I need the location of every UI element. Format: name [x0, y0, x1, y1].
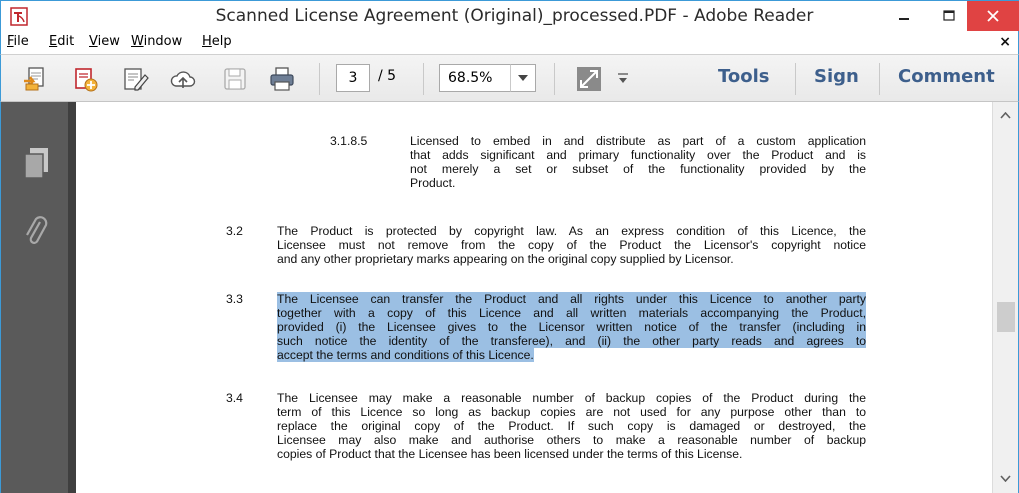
highlighted-text-line[interactable]: provided (i) the Licensee gives to the L…: [277, 320, 866, 334]
menu-edit[interactable]: Edit: [49, 34, 74, 49]
zoom-input[interactable]: 68.5%: [439, 64, 511, 92]
title-bar: Scanned License Agreement (Original)_pro…: [0, 0, 1019, 31]
paragraph-3-1-8-5: Licensed to embed in and distribute as p…: [410, 134, 866, 190]
section-number: 3.1.8.5: [330, 134, 368, 148]
pane-divider[interactable]: [68, 102, 76, 493]
highlighted-text-line[interactable]: The Licensee can transfer the Product an…: [277, 292, 866, 306]
document-page: 3.1.8.5 Licensed to embed in and distrib…: [76, 102, 992, 493]
menu-window-accel: W: [131, 34, 144, 49]
vertical-scrollbar[interactable]: [992, 102, 1019, 493]
zoom-dropdown-button[interactable]: [510, 64, 536, 92]
menu-help-accel: H: [202, 34, 212, 49]
text-line: The Product is protected by copyright la…: [277, 224, 866, 238]
pages-panel-icon[interactable]: [22, 146, 50, 182]
section-number: 3.2: [226, 224, 243, 238]
toolbar-separator: [319, 63, 320, 95]
full-screen-icon[interactable]: [576, 66, 602, 92]
toolbar-separator: [879, 63, 880, 95]
open-icon[interactable]: [21, 65, 49, 93]
navigation-pane: [0, 102, 68, 493]
text-line: replace the original copy of the Product…: [277, 419, 866, 433]
comment-button[interactable]: Comment: [898, 66, 995, 87]
create-pdf-icon[interactable]: [71, 65, 99, 93]
paragraph-3-2: The Product is protected by copyright la…: [277, 224, 866, 266]
menu-window-label: indow: [143, 34, 183, 49]
text-line: Licensed to embed in and distribute as p…: [410, 134, 866, 148]
paragraph-3-3-highlighted[interactable]: The Licensee can transfer the Product an…: [277, 292, 866, 362]
section-number: 3.3: [226, 292, 243, 306]
save-icon[interactable]: [221, 65, 249, 93]
chevron-down-icon: [518, 75, 528, 81]
page-number-input[interactable]: 3: [336, 64, 370, 92]
text-line: term of this Licence so long as backup c…: [277, 405, 866, 419]
minimize-icon: [899, 18, 909, 20]
text-line: Licensee may also make and authorise oth…: [277, 433, 866, 447]
scrollbar-thumb[interactable]: [997, 302, 1015, 332]
tools-button[interactable]: Tools: [718, 66, 770, 87]
menu-window[interactable]: Window: [131, 34, 182, 49]
toolbar-separator: [554, 63, 555, 95]
window-title: Scanned License Agreement (Original)_pro…: [215, 6, 814, 26]
menu-view-label: iew: [97, 34, 120, 49]
close-icon: [987, 10, 999, 22]
text-line: and any other proprietary marks appearin…: [277, 252, 734, 266]
section-number: 3.4: [226, 391, 243, 405]
paragraph-3-4: The Licensee may make a reasonable numbe…: [277, 391, 866, 461]
upload-cloud-icon[interactable]: [169, 65, 197, 93]
menu-view[interactable]: View: [89, 34, 120, 49]
close-button[interactable]: [967, 1, 1019, 31]
menu-file-label: ile: [13, 34, 29, 49]
toolbar-separator: [423, 63, 424, 95]
menu-bar: File Edit View Window Help ×: [0, 31, 1019, 54]
menu-view-accel: V: [89, 34, 98, 49]
attachments-paperclip-icon[interactable]: [22, 214, 50, 250]
highlighted-text-line[interactable]: such notice the identity of the transfer…: [277, 334, 866, 348]
toolbar: 3 / 5 68.5% Tools Sign Comment: [0, 54, 1019, 102]
text-line: not merely a set or subset of the functi…: [410, 162, 866, 176]
scroll-down-arrow-icon[interactable]: [1000, 475, 1011, 482]
minimize-button[interactable]: [881, 1, 927, 31]
document-close-button[interactable]: ×: [999, 34, 1011, 50]
maximize-button[interactable]: [926, 1, 972, 31]
scroll-up-arrow-icon[interactable]: [1000, 112, 1011, 119]
highlighted-text-line[interactable]: accept the terms and conditions of this …: [277, 348, 534, 362]
text-line: Product.: [410, 176, 456, 190]
text-line: Licensee must not remove from the copy o…: [277, 238, 866, 252]
maximize-icon: [943, 10, 955, 21]
print-icon[interactable]: [268, 65, 296, 93]
menu-edit-accel: E: [49, 34, 58, 49]
text-line: The Licensee may make a reasonable numbe…: [277, 391, 866, 405]
highlighted-text-line[interactable]: together with a copy of this Licence and…: [277, 306, 866, 320]
text-line: that adds significant and primary functi…: [410, 148, 866, 162]
toolbar-overflow-icon[interactable]: [617, 73, 629, 85]
menu-file[interactable]: File: [7, 34, 29, 49]
menu-help-label: elp: [211, 34, 232, 49]
text-line: copies of Product that the Licensee has …: [277, 447, 743, 461]
menu-help[interactable]: Help: [202, 34, 232, 49]
edit-sign-icon[interactable]: [121, 65, 149, 93]
toolbar-separator: [795, 63, 796, 95]
menu-edit-label: dit: [57, 34, 75, 49]
sign-button[interactable]: Sign: [814, 66, 859, 87]
page-total: / 5: [378, 68, 397, 84]
